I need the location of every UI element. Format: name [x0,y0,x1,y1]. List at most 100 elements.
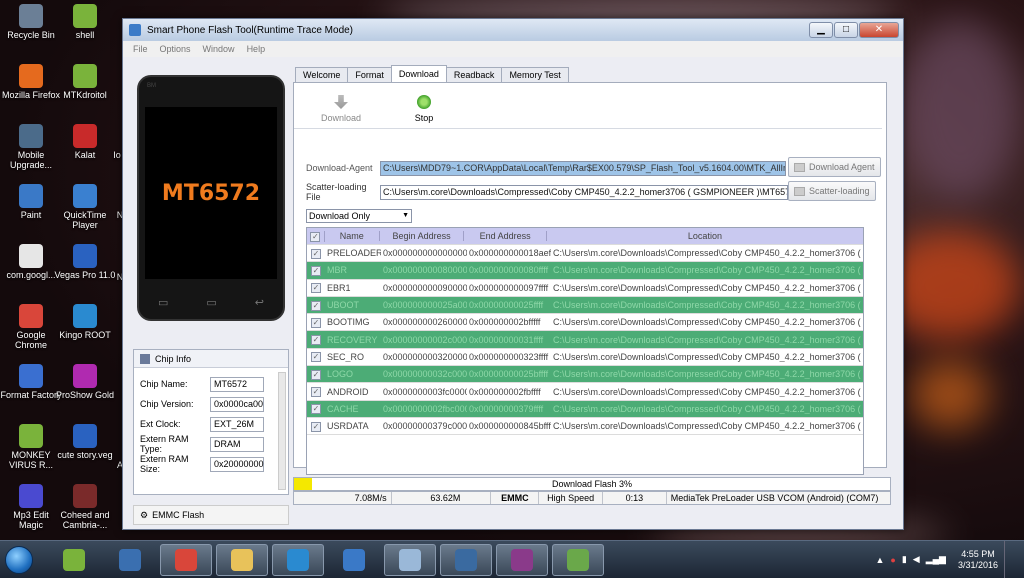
taskbar-app[interactable] [272,543,324,576]
download-agent-button[interactable]: Download Agent [788,157,881,177]
download-button-label: Download [320,113,362,123]
start-button[interactable] [0,541,38,578]
menu-options[interactable]: Options [160,44,191,54]
taskbar-app[interactable] [496,543,548,576]
menu-window[interactable]: Window [203,44,235,54]
clock-time: 4:55 PM [961,548,995,559]
desktop-icon[interactable]: Mp3 Edit Magic [0,484,62,530]
desktop-icon[interactable]: Format Factory [0,364,62,400]
chevron-down-icon: ▼ [402,212,409,219]
row-checkbox[interactable]: ✓ [307,403,325,415]
table-row[interactable]: ✓UBOOT 0x000000000025a00000x00000000025ff… [307,296,863,315]
stop-button[interactable]: Stop [399,95,449,123]
maximize-button[interactable]: □ [834,22,858,38]
desktop-icon[interactable]: Paint [0,184,62,220]
begin-address: 0x0000000002600000 [383,317,467,328]
tray-volume-icon[interactable]: ◀ [913,554,920,565]
clock[interactable]: 4:55 PM 3/31/2016 [958,549,998,571]
desktop-icon[interactable]: MONKEY VIRUS R... [0,424,62,470]
desktop-icon[interactable]: cute story.veg [54,424,116,460]
row-checkbox[interactable]: ✓ [307,351,325,363]
table-row[interactable]: ✓ USRDATA 0x00000000379c0000 0x000000000845… [307,418,863,436]
desktop-icon[interactable]: Vegas Pro 11.0 [54,244,116,280]
taskbar-app[interactable] [216,543,268,576]
vegas-icon [73,424,97,448]
desktop-icon[interactable]: shell [54,4,116,40]
download-agent-field[interactable]: C:\Users\MDD79~1.COR\AppData\Local\Temp\… [380,160,786,176]
desktop-icon-label: MTKdroitol [63,90,107,100]
row-checkbox[interactable]: ✓ [307,248,325,259]
taskbar-app[interactable] [160,543,212,576]
table-row[interactable]: ✓ PRELOADER 0x0000000000000000 0x0000000000… [307,245,863,263]
row-checkbox[interactable]: ✓ [307,265,325,276]
table-row[interactable]: ✓ ANDROID 0x0000000003fc0000 0x000000002fbf… [307,383,863,401]
location: C:\Users\m.core\Downloads\Compressed\Cob… [553,351,861,362]
scatter-field[interactable]: C:\Users\m.core\Downloads\Compressed\Cob… [380,184,788,200]
format-factory-icon [19,364,43,388]
tab-welcome[interactable]: Welcome [295,67,349,83]
desktop-icon[interactable]: QuickTime Player [54,184,116,230]
close-button[interactable]: ✕ [859,22,899,38]
begin-address: 0x0000000000900000 [383,282,467,293]
chip-info-row: Ext Clock: EXT_26M [134,414,288,434]
desktop-icon[interactable]: com.googl... [0,244,62,280]
table-row[interactable]: ✓ BOOTIMG 0x0000000002600000 0x000000002bff… [307,314,863,332]
desktop-icon[interactable]: Mozilla Firefox [0,64,62,100]
desktop-icon-label-partial: Io [113,150,121,160]
title-bar[interactable]: Smart Phone Flash Tool(Runtime Trace Mod… [123,19,903,41]
table-row[interactable]: ✓ EBR1 0x0000000000900000 0x000000000097fff… [307,280,863,297]
show-desktop-button[interactable] [1004,540,1014,578]
gear-icon [19,124,43,148]
taskbar-app[interactable] [384,543,436,576]
select-all-checkbox[interactable]: ✓ [307,230,325,242]
table-row[interactable]: ✓ MBR 0x0000000000800000 0x000000000080ffff… [307,262,863,280]
clock-date: 3/31/2016 [957,559,998,570]
emmc-flash-panel[interactable]: ⚙ EMMC Flash [133,505,289,525]
desktop-icon[interactable]: Coheed and Cambria-... [54,484,116,530]
download-mode-select[interactable]: Download Only ▼ [306,209,412,223]
tab-format[interactable]: Format [347,67,392,83]
ram-type-value: DRAM [210,436,264,452]
row-checkbox[interactable]: ✓ [307,369,325,380]
table-row[interactable]: ✓ SEC_RO 0x0000000003200000 0x000000000323f… [307,349,863,367]
remote-icon [455,548,477,571]
tray-security-icon[interactable]: ● [890,555,895,565]
menu-file[interactable]: File [133,44,148,54]
desktop-icon[interactable]: Google Chrome [0,304,62,350]
chip-info-scrollbar[interactable] [278,372,286,490]
chip-info-row: Extern RAM Type: DRAM [134,434,288,454]
menu-help[interactable]: Help [247,44,266,54]
taskbar-app[interactable] [440,543,492,576]
download-button[interactable]: Download [316,95,366,123]
table-row[interactable]: ✓RECOVERY 0x00000000002c000000x0000000003… [307,331,863,349]
desktop-icon[interactable]: MTKdroitol [54,64,116,100]
taskbar-app[interactable] [48,544,100,576]
scatter-loading-button[interactable]: Scatter-loading [788,181,876,201]
table-row[interactable]: ✓ LOGO 0x00000000032c0000 0x00000000025bfff… [307,366,863,384]
windows-defender-icon [119,548,141,571]
desktop-icon[interactable]: Recycle Bin [0,4,62,40]
minimize-button[interactable]: ▁ [809,22,833,38]
tray-signal-icon[interactable]: ▂▄▆ [926,554,946,565]
row-checkbox[interactable]: ✓ [307,317,325,328]
tab-memory-test[interactable]: Memory Test [501,67,569,83]
row-checkbox[interactable]: ✓ [307,386,325,398]
tray-chevron-up-icon[interactable]: ▲ [875,555,884,565]
row-checkbox[interactable]: ✓ [307,300,325,311]
tab-download[interactable]: Download [390,65,447,83]
row-checkbox[interactable]: ✓ [307,421,325,432]
desktop-icon[interactable]: Kalat [54,124,116,160]
desktop-icon[interactable]: Mobile Upgrade... [0,124,62,170]
desktop-icon[interactable]: Kingo ROOT [54,304,116,340]
taskbar-app[interactable] [328,544,380,576]
tab-readback[interactable]: Readback [445,67,503,83]
desktop-icon-label: Kalat [74,150,96,160]
row-checkbox[interactable]: ✓ [307,334,325,346]
desktop-icon[interactable]: ProShow Gold [54,364,116,400]
table-row[interactable]: ✓ CACHE 0x0000000002fbc0000 0x00000000379ff… [307,400,863,418]
location: C:\Users\m.core\Downloads\Compressed\Cob… [553,300,861,311]
row-checkbox[interactable]: ✓ [307,282,325,294]
tray-network-icon[interactable]: ▮ [902,554,907,565]
taskbar-app[interactable] [104,544,156,576]
taskbar-app[interactable] [552,543,604,576]
